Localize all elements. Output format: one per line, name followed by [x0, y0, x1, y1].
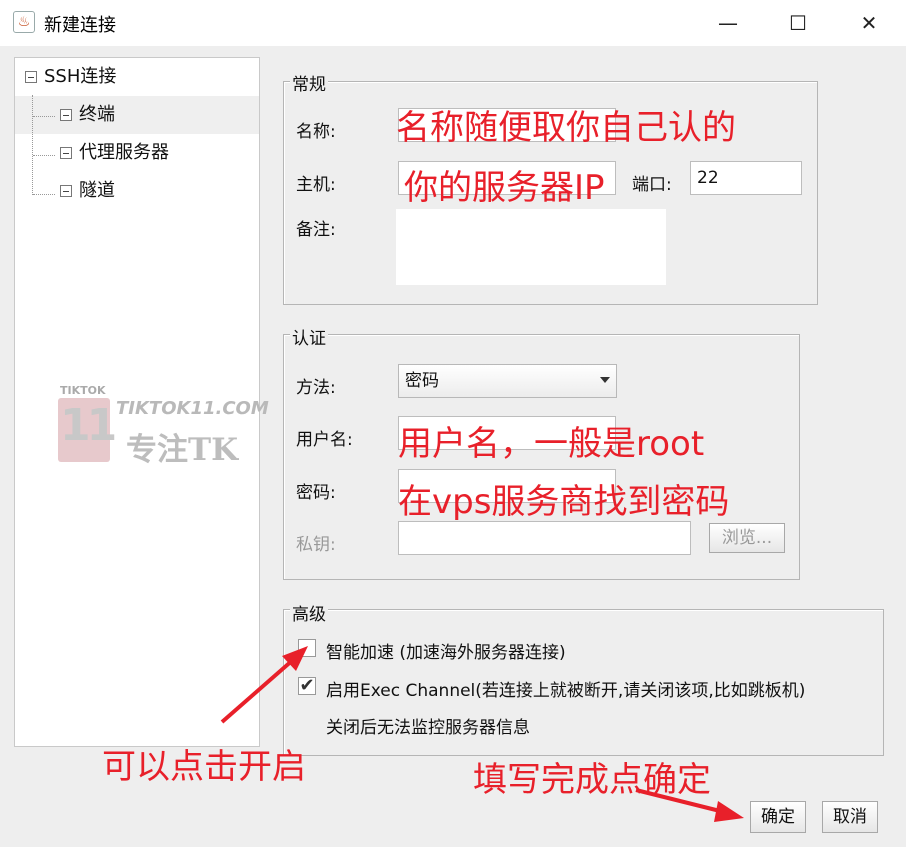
arrow-to-checkbox	[220, 657, 296, 724]
arrow-head-ok	[714, 801, 744, 822]
arrow-to-ok	[635, 788, 725, 814]
annotation-arrows	[220, 646, 744, 822]
